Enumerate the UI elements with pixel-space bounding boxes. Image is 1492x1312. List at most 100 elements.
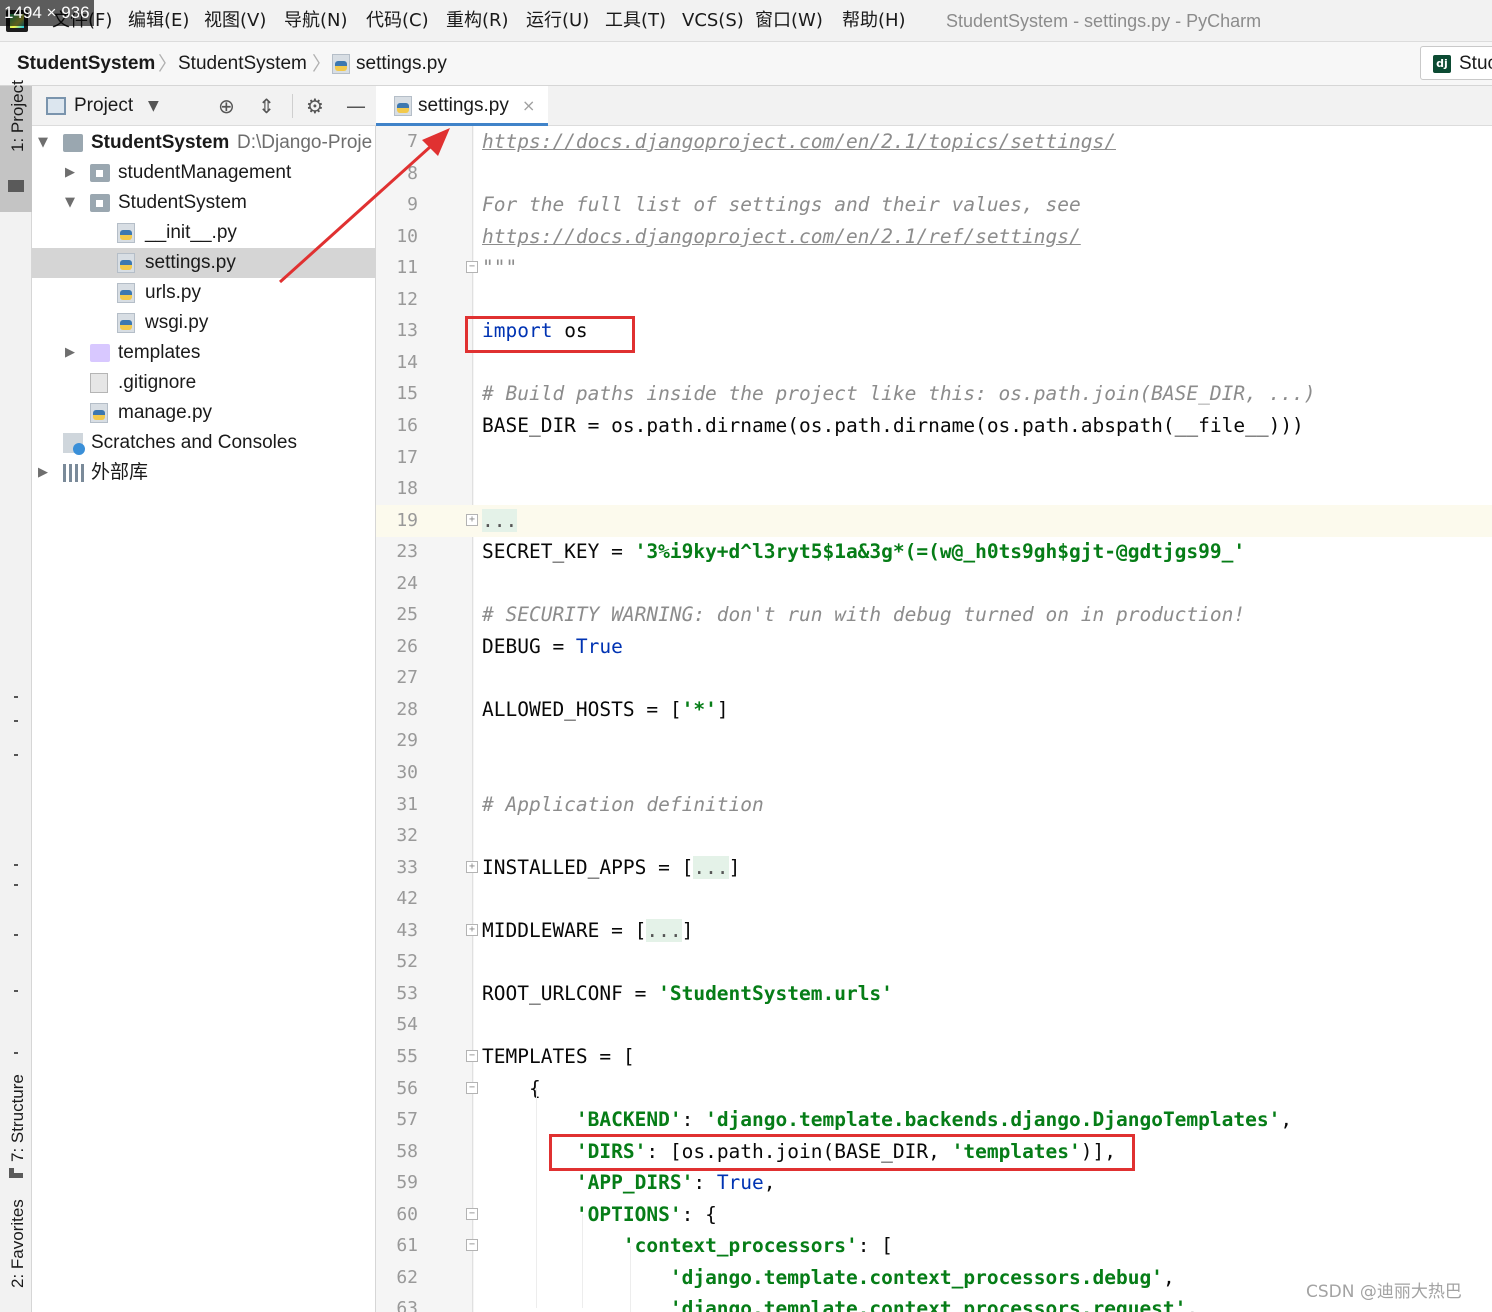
code-line[interactable]: 17	[376, 442, 1492, 474]
code-line[interactable]: 56 − {	[376, 1073, 1492, 1105]
code-line[interactable]: 57 'BACKEND': 'django.template.backends.…	[376, 1104, 1492, 1136]
fold-collapse-icon[interactable]: −	[466, 1082, 478, 1094]
favorites-tool-button[interactable]: 2: Favorites	[0, 1199, 32, 1312]
code-token-fold[interactable]: ...	[693, 856, 729, 879]
menu-item[interactable]: 编辑(E)	[128, 8, 189, 34]
code-token-fold[interactable]: ...	[482, 509, 518, 532]
line-number: 18	[396, 478, 418, 499]
fold-collapse-icon[interactable]: −	[466, 1208, 478, 1220]
line-number: 30	[396, 762, 418, 783]
tree-item[interactable]: Scratches and Consoles	[32, 428, 376, 458]
code-line[interactable]: 55 − TEMPLATES = [	[376, 1041, 1492, 1073]
tab-settings-py[interactable]: settings.py ×	[376, 86, 548, 126]
code-line[interactable]: 25 # SECURITY WARNING: don't run with deb…	[376, 599, 1492, 631]
code-line[interactable]: 18	[376, 473, 1492, 505]
code-text: https://docs.djangoproject.com/en/2.1/re…	[482, 224, 1081, 250]
tree-item[interactable]: settings.py	[32, 248, 376, 278]
chevron-right-icon[interactable]: ▶	[65, 162, 75, 184]
close-icon[interactable]: ×	[522, 93, 535, 119]
annotation-box-import	[465, 316, 635, 353]
code-line[interactable]: 32	[376, 820, 1492, 852]
structure-tool-button[interactable]: 7: Structure	[0, 1062, 32, 1184]
chevron-down-icon[interactable]: ▼	[148, 93, 159, 119]
code-line[interactable]: 9 For the full list of settings and their…	[376, 189, 1492, 221]
code-line[interactable]: 8	[376, 158, 1492, 190]
code-line[interactable]: 24	[376, 568, 1492, 600]
line-number: 23	[396, 541, 418, 562]
code-line[interactable]: 53 ROOT_URLCONF = 'StudentSystem.urls'	[376, 978, 1492, 1010]
tree-item[interactable]: __init__.py	[32, 218, 376, 248]
code-line[interactable]: 27	[376, 662, 1492, 694]
code-line[interactable]: 54	[376, 1009, 1492, 1041]
code-line[interactable]: 30	[376, 757, 1492, 789]
django-icon: dj	[1433, 55, 1451, 73]
code-line[interactable]: 26 DEBUG = True	[376, 631, 1492, 663]
menu-item[interactable]: 导航(N)	[284, 8, 348, 34]
code-line[interactable]: 15 # Build paths inside the project like …	[376, 378, 1492, 410]
code-line[interactable]: 29	[376, 725, 1492, 757]
code-token-str: 'context_processors'	[622, 1234, 858, 1257]
code-line[interactable]: 61 − 'context_processors': [	[376, 1230, 1492, 1262]
code-line[interactable]: 7 https://docs.djangoproject.com/en/2.1/t…	[376, 126, 1492, 158]
gear-icon[interactable]: ⚙	[306, 94, 324, 118]
locate-file-icon[interactable]: ⊕	[218, 94, 235, 118]
line-number: 61	[396, 1235, 418, 1256]
code-line[interactable]: 23 SECRET_KEY = '3%i9ky+d^l3ryt5$1a&3g*(=…	[376, 536, 1492, 568]
code-token-fold[interactable]: ...	[646, 919, 682, 942]
tree-item[interactable]: ▼ StudentSystem	[32, 188, 376, 218]
chevron-down-icon[interactable]: ▼	[65, 192, 75, 214]
chevron-down-icon[interactable]: ▼	[38, 132, 48, 154]
menu-item[interactable]: 运行(U)	[526, 8, 589, 34]
code-line[interactable]: 42	[376, 883, 1492, 915]
tree-item[interactable]: manage.py	[32, 398, 376, 428]
breadcrumb-project[interactable]: StudentSystem	[17, 51, 155, 77]
chevron-right-icon[interactable]: ▶	[65, 342, 75, 364]
code-line[interactable]: 10 https://docs.djangoproject.com/en/2.1/…	[376, 221, 1492, 253]
fold-collapse-icon[interactable]: −	[466, 1239, 478, 1251]
code-line[interactable]: 28 ALLOWED_HOSTS = ['*']	[376, 694, 1492, 726]
breadcrumb-package[interactable]: StudentSystem	[178, 51, 307, 77]
menu-item[interactable]: 工具(T)	[605, 8, 666, 34]
code-line[interactable]: 43 + MIDDLEWARE = [...]	[376, 915, 1492, 947]
tree-item[interactable]: ▶ 外部库	[32, 458, 376, 488]
menu-item[interactable]: 重构(R)	[446, 8, 509, 34]
menu-item[interactable]: 代码(C)	[366, 8, 429, 34]
breadcrumb-file[interactable]: settings.py	[356, 51, 447, 77]
code-line[interactable]: 60 − 'OPTIONS': {	[376, 1199, 1492, 1231]
tree-item[interactable]: urls.py	[32, 278, 376, 308]
tree-item[interactable]: ▶ studentManagement	[32, 158, 376, 188]
code-token-plain: SECRET_KEY =	[482, 540, 635, 563]
run-configuration-selector[interactable]: dj Stuc	[1420, 46, 1492, 80]
code-line[interactable]: 31 # Application definition	[376, 789, 1492, 821]
fold-collapse-icon[interactable]: −	[466, 1050, 478, 1062]
line-number: 17	[396, 447, 418, 468]
code-line[interactable]: 59 'APP_DIRS': True,	[376, 1167, 1492, 1199]
code-line[interactable]: 19 +...	[376, 505, 1492, 537]
fold-expand-icon[interactable]: +	[466, 861, 478, 873]
code-line[interactable]: 16 BASE_DIR = os.path.dirname(os.path.dir…	[376, 410, 1492, 442]
code-line[interactable]: 52	[376, 946, 1492, 978]
menu-item[interactable]: 帮助(H)	[842, 8, 906, 34]
code-line[interactable]: 11 − """	[376, 252, 1492, 284]
menu-item[interactable]: 视图(V)	[204, 8, 266, 34]
fold-collapse-icon[interactable]: −	[466, 261, 478, 273]
chevron-right-icon[interactable]: ▶	[38, 462, 48, 484]
project-tool-button[interactable]: 1: Project	[0, 80, 32, 212]
menu-item[interactable]: 窗口(W)	[755, 8, 823, 34]
collapse-all-icon[interactable]: ⇕	[258, 94, 275, 118]
fold-expand-icon[interactable]: +	[466, 924, 478, 936]
tree-item[interactable]: wsgi.py	[32, 308, 376, 338]
project-view-selector[interactable]: Project	[74, 93, 133, 119]
code-line[interactable]: 12	[376, 284, 1492, 316]
code-token-str: 'OPTIONS'	[575, 1203, 682, 1226]
fold-expand-icon[interactable]: +	[466, 514, 478, 526]
code-line[interactable]: 33 + INSTALLED_APPS = [...]	[376, 852, 1492, 884]
tree-item[interactable]: ▶ templates	[32, 338, 376, 368]
line-number: 7	[407, 131, 418, 152]
hide-panel-icon[interactable]: —	[346, 94, 366, 118]
tree-item[interactable]: .gitignore	[32, 368, 376, 398]
line-number: 31	[396, 794, 418, 815]
tree-item[interactable]: ▼ StudentSystem D:\Django-Proje	[32, 128, 376, 158]
menu-item[interactable]: VCS(S)	[682, 8, 744, 34]
